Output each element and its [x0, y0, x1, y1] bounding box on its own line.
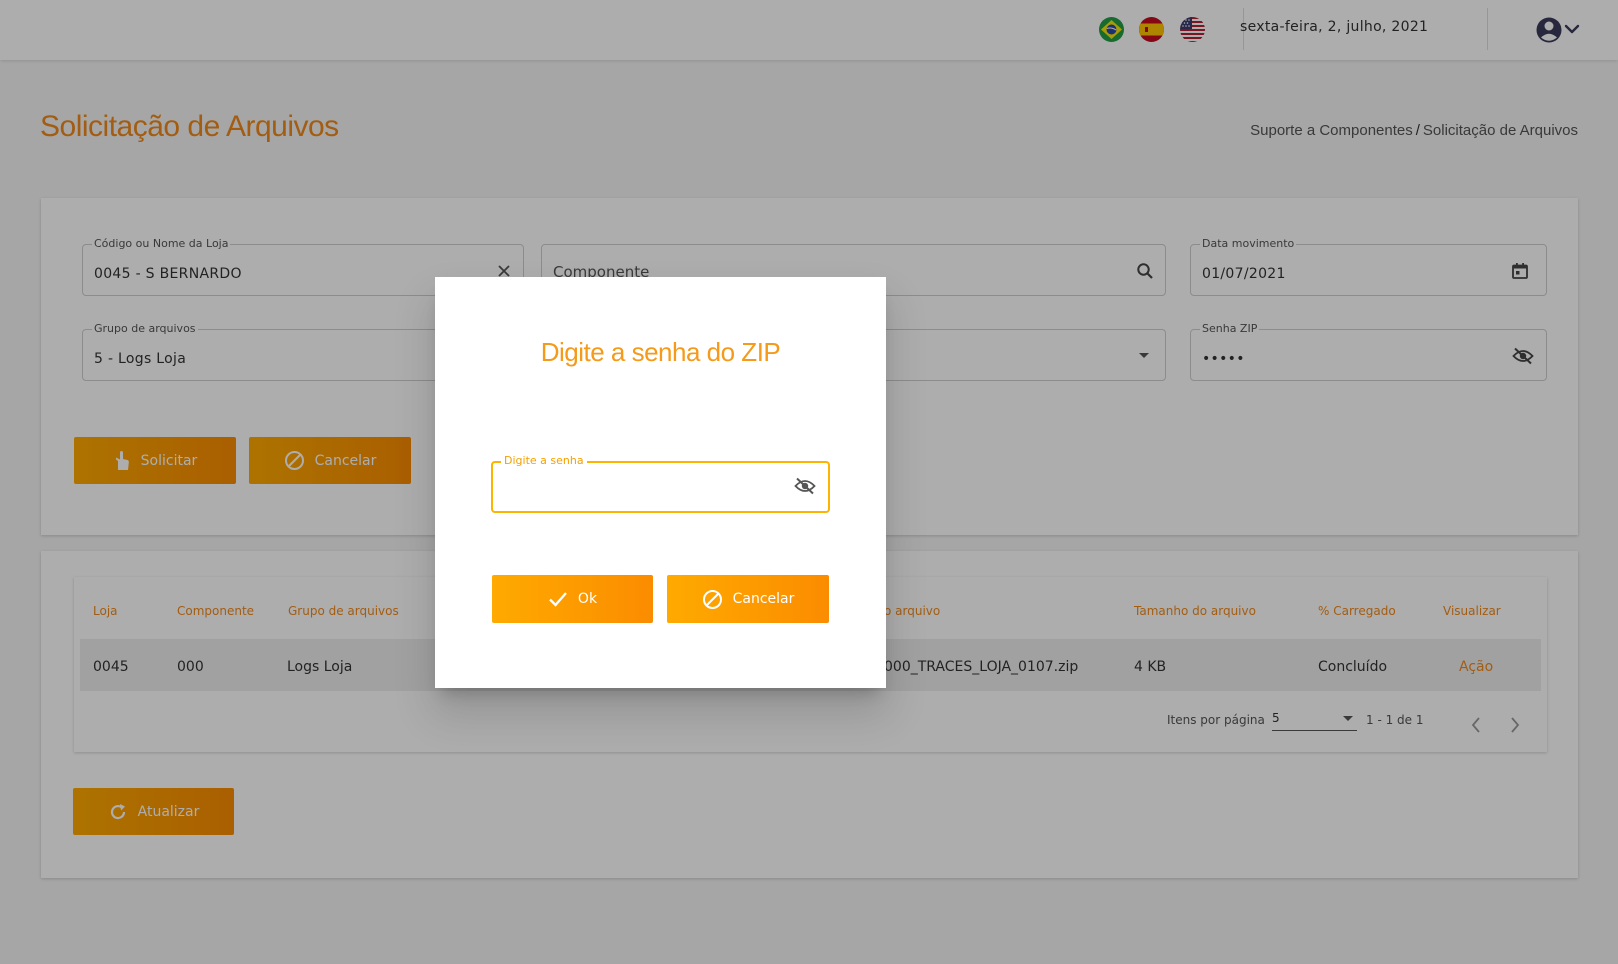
dialog-ok-button-label: Ok [577, 591, 598, 607]
zip-password-dialog: Digite a senha do ZIP Digite a senha Ok … [435, 277, 886, 688]
dialog-cancel-button-label: Cancelar [732, 591, 795, 607]
dialog-cancel-button[interactable]: Cancelar [667, 575, 829, 623]
dialog-ok-button[interactable]: Ok [492, 575, 653, 623]
check-icon [549, 592, 567, 607]
dialog-password-input[interactable]: Digite a senha [491, 454, 830, 513]
dialog-password-label: Digite a senha [501, 454, 587, 467]
visibility-off-icon[interactable] [794, 477, 816, 499]
dialog-title: Digite a senha do ZIP [540, 337, 781, 367]
block-icon [702, 589, 722, 609]
